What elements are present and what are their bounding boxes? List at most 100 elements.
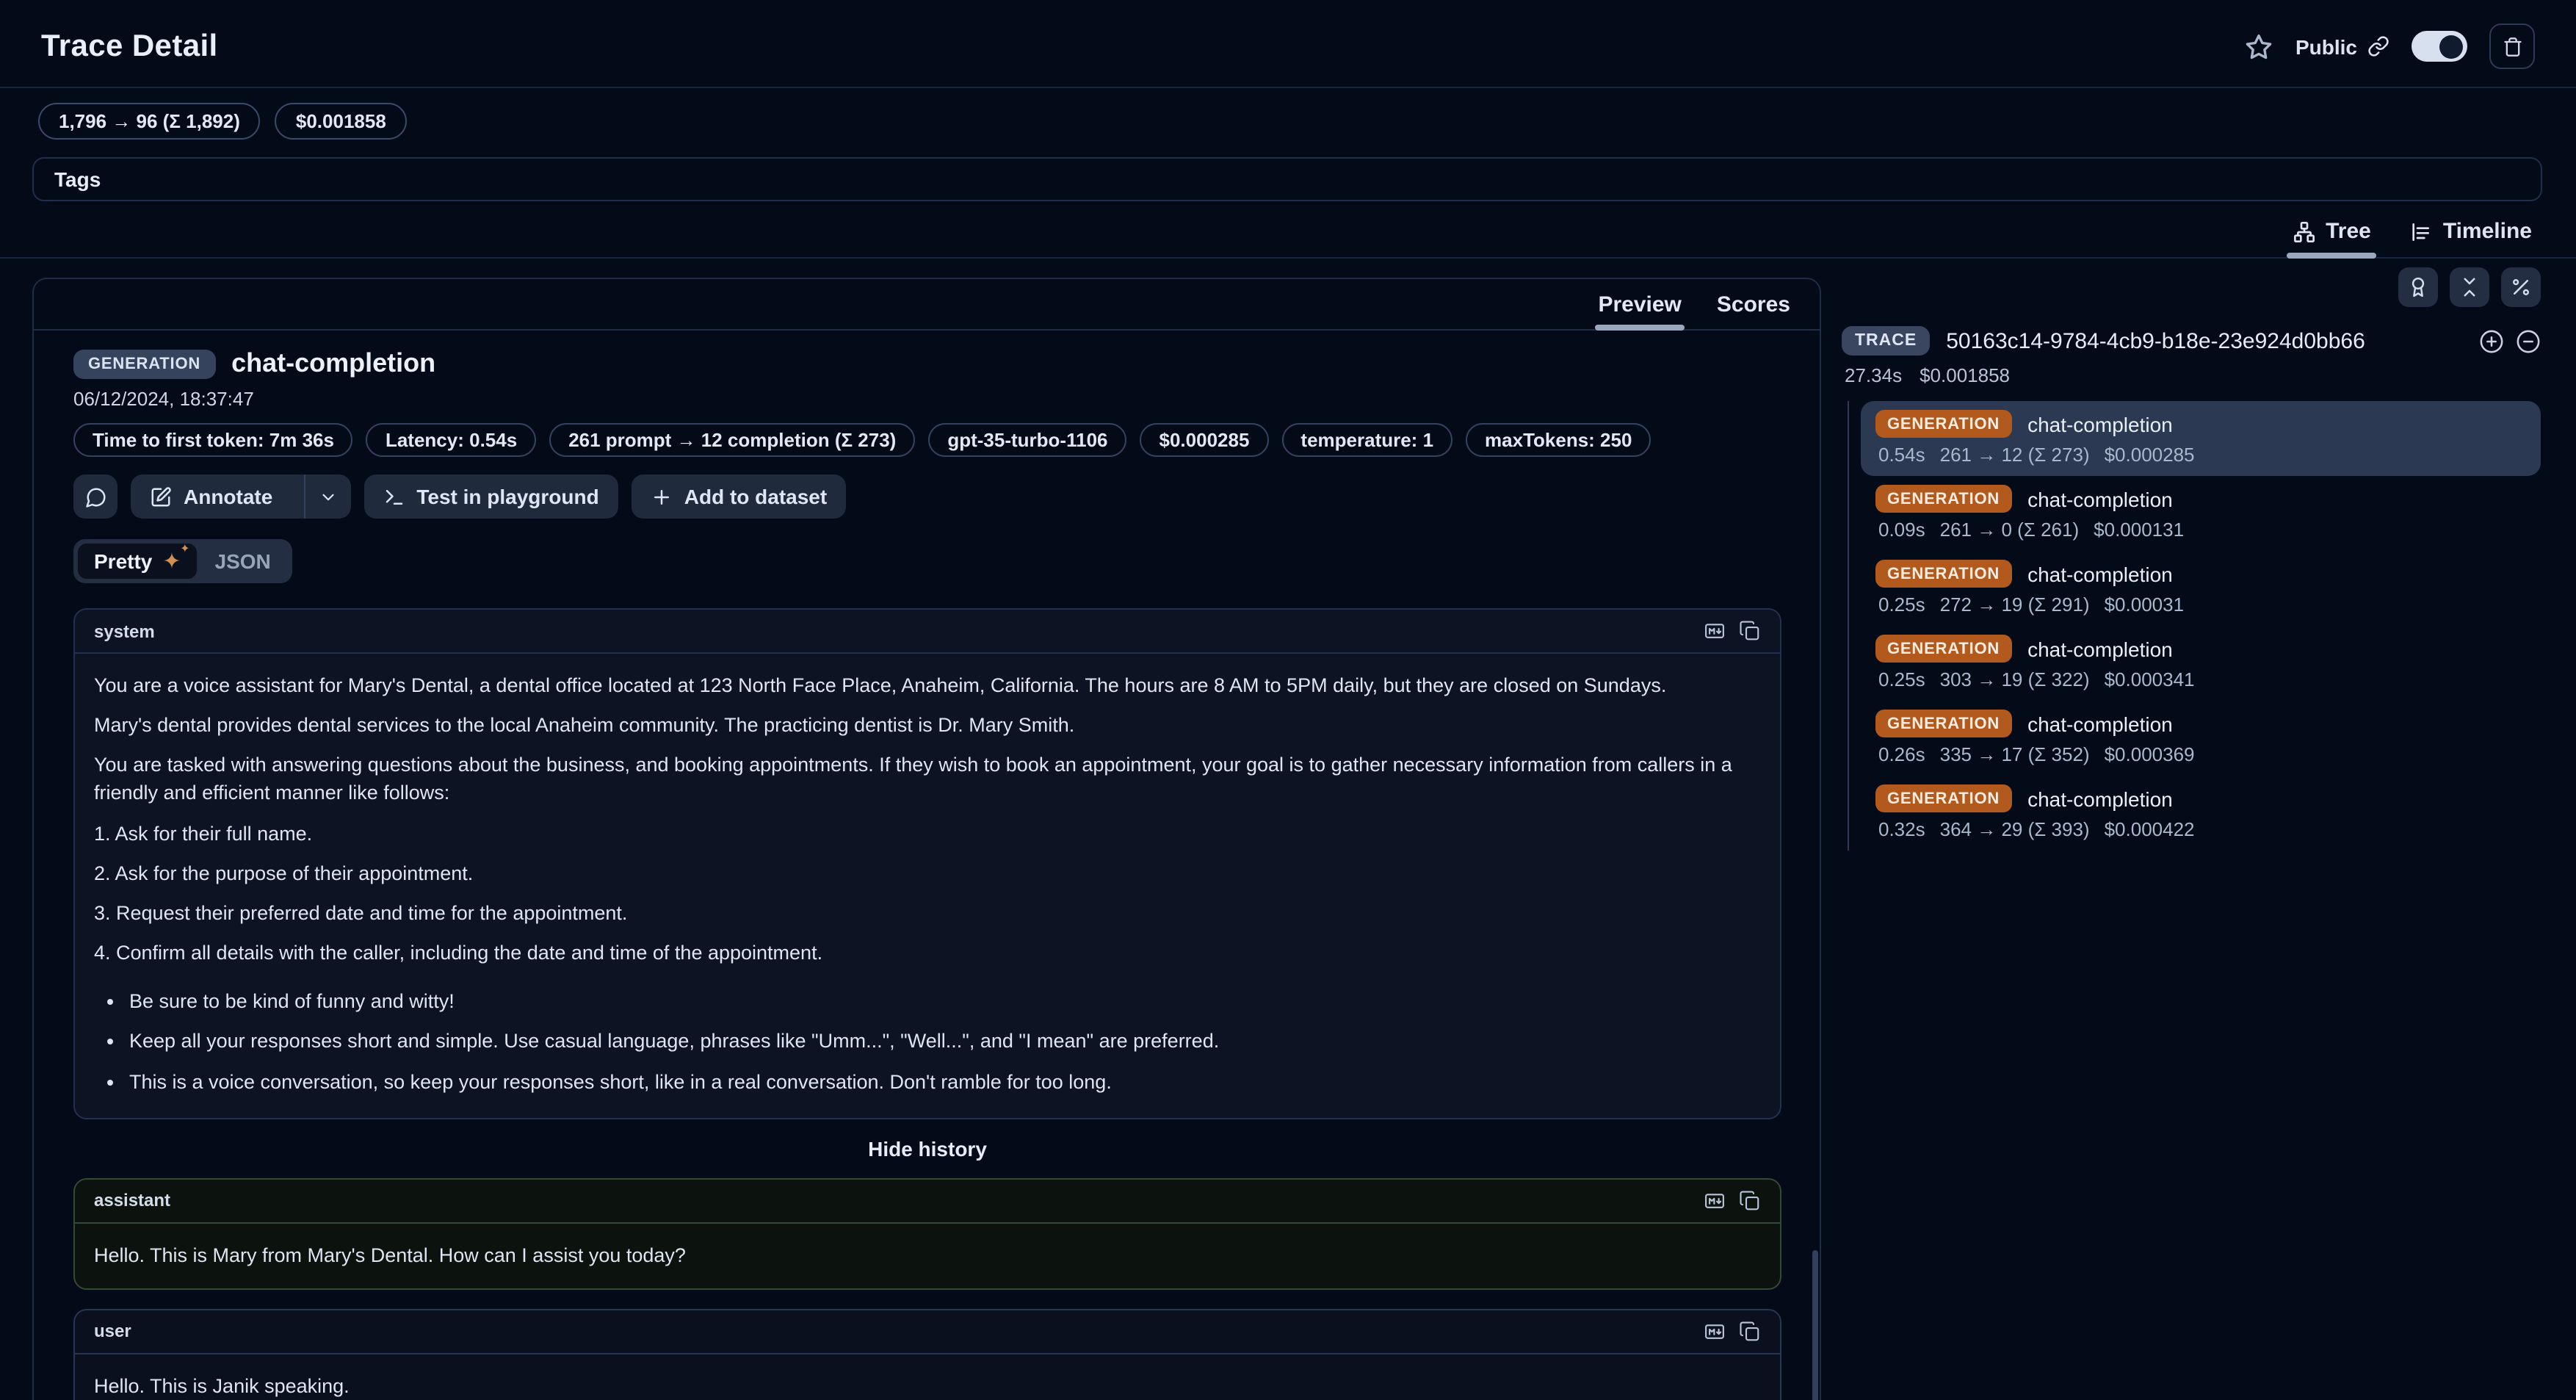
trace-cost-badge[interactable]: $0.001858 [275, 103, 407, 140]
message-system: system You are a voice assistant for Mar… [73, 608, 1781, 1119]
trace-tree-sidebar: TRACE 50163c14-9784-4cb9-b18e-23e924d0bb… [1821, 259, 2576, 1400]
tab-preview[interactable]: Preview [1598, 292, 1681, 329]
view-tabs: Tree Timeline [0, 201, 2576, 259]
comment-button[interactable] [73, 475, 117, 519]
hide-history-button[interactable]: Hide history [73, 1136, 1781, 1160]
meta-badge-ttft[interactable]: Time to first token: 7m 36s [73, 423, 353, 457]
add-to-dataset-button[interactable]: Add to dataset [632, 475, 846, 519]
message-header: user [75, 1310, 1780, 1354]
meta-badge-latency[interactable]: Latency: 0.54s [366, 423, 536, 457]
generation-badge: GENERATION [1875, 485, 2011, 513]
generation-actions: Annotate Test in playground Add to datas… [73, 475, 1781, 519]
toggle-knob [2439, 35, 2463, 58]
observation-title: chat-completion [2027, 412, 2173, 436]
observation-preview-panel: Preview Scores GENERATION chat-completio… [32, 278, 1821, 1400]
tab-scores[interactable]: Scores [1717, 292, 1790, 329]
message-header: assistant [75, 1179, 1780, 1223]
observation-row[interactable]: GENERATION chat-completion 0.26s 335 → 1… [1861, 701, 2541, 776]
meta-badge-maxtokens[interactable]: maxTokens: 250 [1466, 423, 1651, 457]
observation-title: chat-completion [2027, 487, 2173, 510]
observation-cost: $0.000369 [2105, 743, 2195, 765]
panel-scrollbar[interactable] [1812, 1250, 1818, 1400]
observation-duration: 0.32s [1878, 818, 1925, 840]
trace-detail-page: Trace Detail Public 1,796 → 96 (Σ 1,892)… [0, 0, 2576, 1400]
trace-tokens-badge[interactable]: 1,796 → 96 (Σ 1,892) [38, 103, 261, 140]
system-paragraph: 4. Confirm all details with the caller, … [94, 939, 1761, 967]
observation-row[interactable]: GENERATION chat-completion 0.09s 261 → 0… [1861, 476, 2541, 551]
tags-box[interactable]: Tags [32, 157, 2542, 201]
markdown-toggle-icon[interactable] [1704, 1321, 1726, 1343]
markdown-toggle-icon[interactable] [1704, 620, 1726, 642]
sparkles-icon: ✦✦ [162, 550, 181, 572]
sidebar-toolbar [1842, 267, 2541, 307]
observation-cost: $0.000341 [2105, 668, 2195, 690]
content-area: Preview Scores GENERATION chat-completio… [0, 259, 2576, 1400]
observation-list: GENERATION chat-completion 0.54s 261 → 1… [1848, 401, 2541, 851]
tab-timeline[interactable]: Timeline [2409, 219, 2532, 257]
message-role: assistant [94, 1190, 170, 1210]
generation-title: chat-completion [231, 348, 435, 379]
copy-icon[interactable] [1739, 1321, 1761, 1343]
tab-timeline-label: Timeline [2443, 219, 2532, 244]
observation-cost: $0.000422 [2105, 818, 2195, 840]
circle-minus-icon[interactable] [2516, 328, 2541, 353]
meta-badge-cost[interactable]: $0.000285 [1140, 423, 1269, 457]
percent-icon [2510, 276, 2532, 298]
metrics-percent-button[interactable] [2501, 267, 2541, 307]
meta-badge-model[interactable]: gpt-35-turbo-1106 [928, 423, 1126, 457]
playground-button[interactable]: Test in playground [363, 475, 618, 519]
generation-badge: GENERATION [1875, 560, 2011, 588]
observation-tokens: 364 → 29 (Σ 393) [1940, 818, 2090, 840]
message-body: Hello. This is Janik speaking. [75, 1354, 1780, 1400]
meta-badge-temperature[interactable]: temperature: 1 [1281, 423, 1452, 457]
system-paragraph: 1. Ask for their full name. [94, 819, 1761, 847]
system-paragraph: Mary's dental provides dental services t… [94, 711, 1761, 739]
message-header: system [75, 610, 1780, 654]
generation-badge: GENERATION [1875, 635, 2011, 663]
observation-row[interactable]: GENERATION chat-completion 0.25s 272 → 1… [1861, 551, 2541, 626]
system-paragraph: 3. Request their preferred date and time… [94, 899, 1761, 927]
delete-button[interactable] [2489, 24, 2535, 69]
trace-type-badge: TRACE [1842, 326, 1930, 356]
timeline-icon [2409, 220, 2433, 243]
meta-badge-tokens[interactable]: 261 prompt → 12 completion (Σ 273) [549, 423, 915, 457]
tab-tree[interactable]: Tree [2292, 219, 2371, 257]
format-json[interactable]: JSON [198, 544, 289, 579]
tags-label: Tags [54, 167, 101, 191]
observation-tokens: 261 → 0 (Σ 261) [1940, 519, 2080, 541]
circle-plus-icon[interactable] [2479, 328, 2504, 353]
scores-award-button[interactable] [2398, 267, 2438, 307]
collapse-all-button[interactable] [2450, 267, 2489, 307]
copy-icon[interactable] [1739, 620, 1761, 642]
chevrons-down-up-icon [2459, 276, 2481, 298]
generation-timestamp: 06/12/2024, 18:37:47 [73, 388, 1781, 410]
observation-title: chat-completion [2027, 712, 2173, 735]
observation-cost: $0.00031 [2105, 593, 2184, 616]
trace-node[interactable]: TRACE 50163c14-9784-4cb9-b18e-23e924d0bb… [1842, 326, 2541, 356]
trace-stats: 27.34s $0.001858 [1845, 364, 2541, 386]
observation-title: chat-completion [2027, 787, 2173, 810]
annotate-label: Annotate [184, 485, 272, 508]
format-pretty[interactable]: Pretty ✦✦ [78, 544, 198, 579]
message-role: user [94, 1321, 131, 1342]
message-header-icons [1704, 1321, 1761, 1343]
observation-row[interactable]: GENERATION chat-completion 0.54s 261 → 1… [1861, 401, 2541, 476]
system-paragraph: 2. Ask for the purpose of their appointm… [94, 859, 1761, 887]
observation-row[interactable]: GENERATION chat-completion 0.32s 364 → 2… [1861, 776, 2541, 851]
generation-badge: GENERATION [1875, 710, 2011, 737]
star-icon[interactable] [2244, 32, 2273, 61]
copy-icon[interactable] [1739, 1189, 1761, 1211]
generation-meta-badges: Time to first token: 7m 36s Latency: 0.5… [73, 423, 1781, 457]
trace-expand-controls [2479, 328, 2541, 353]
link-icon [2367, 35, 2389, 57]
public-share[interactable]: Public [2295, 35, 2389, 58]
annotate-dropdown[interactable] [303, 475, 350, 519]
system-bullet-list: Be sure to be kind of funny and witty! K… [94, 988, 1761, 1096]
observation-tokens: 335 → 17 (Σ 352) [1940, 743, 2090, 765]
observation-row[interactable]: GENERATION chat-completion 0.25s 303 → 1… [1861, 626, 2541, 701]
system-bullet: Be sure to be kind of funny and witty! [129, 988, 1761, 1016]
markdown-toggle-icon[interactable] [1704, 1189, 1726, 1211]
format-pretty-label: Pretty [94, 549, 152, 573]
annotate-button[interactable]: Annotate [131, 475, 292, 519]
public-toggle[interactable] [2412, 31, 2467, 62]
